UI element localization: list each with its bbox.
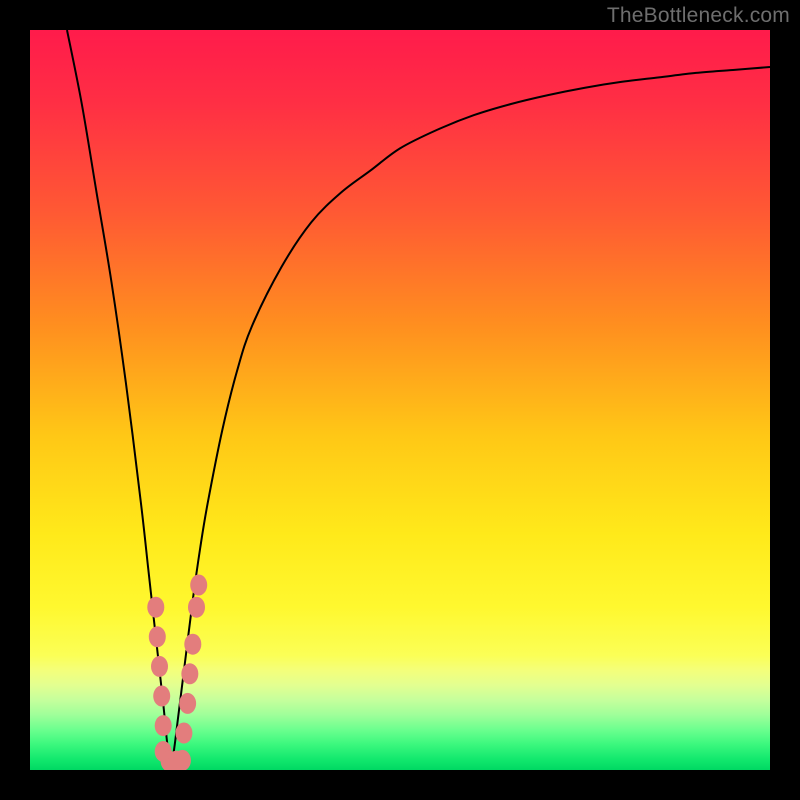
watermark-text: TheBottleneck.com [607,4,790,28]
chart-svg [30,30,770,770]
data-dot [147,597,164,618]
data-dot [184,634,201,655]
data-dot [155,715,172,736]
data-dots [147,575,207,771]
data-dot [151,656,168,677]
data-dot [174,750,191,770]
plot-area [30,30,770,770]
data-dot [190,575,207,596]
data-dot [188,597,205,618]
bottleneck-curve [67,30,770,770]
data-dot [153,686,170,707]
data-dot [149,626,166,647]
data-dot [181,663,198,684]
chart-frame: TheBottleneck.com [0,0,800,800]
data-dot [175,723,192,744]
data-dot [179,693,196,714]
